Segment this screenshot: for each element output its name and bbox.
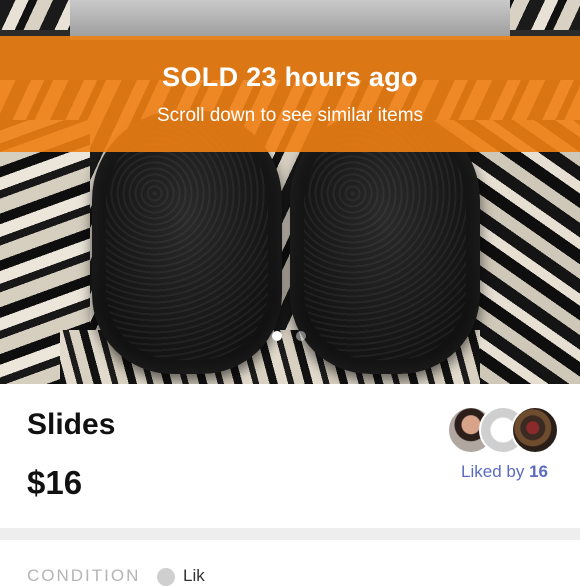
liker-avatars[interactable] [447,406,559,454]
sold-banner: SOLD 23 hours ago Scroll down to see sim… [0,36,580,152]
sold-status: SOLD 23 hours ago [162,62,418,92]
liked-by-link[interactable]: Liked by 16 [461,462,548,482]
condition-label: CONDITION [27,566,141,585]
listing-price: $16 [27,464,83,501]
condition-value: Lik [183,566,205,585]
listing-title: Slides [27,408,116,441]
avatar[interactable] [511,406,559,454]
section-divider [0,528,580,540]
liked-by-label: Liked by [461,462,525,481]
strap-clear [70,0,510,40]
liked-count: 16 [529,462,548,481]
listing-info: Slides $16 Liked by 16 [0,384,580,528]
carousel-dot-active[interactable] [272,331,282,341]
sold-subtitle: Scroll down to see similar items [156,105,424,126]
carousel-dot[interactable] [296,331,306,341]
info-icon[interactable] [157,568,175,586]
